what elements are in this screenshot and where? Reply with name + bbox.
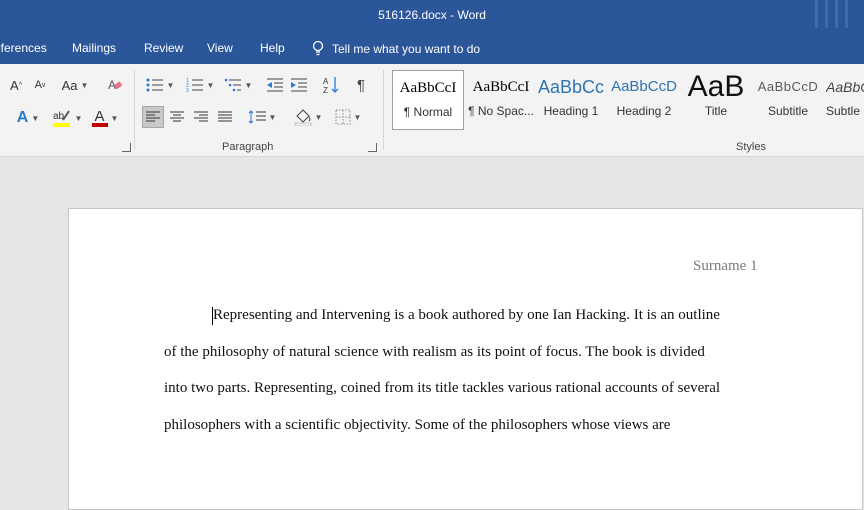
tell-me-search[interactable]: Tell me what you want to do <box>312 40 480 56</box>
shading-button[interactable]: ▼ <box>290 106 326 128</box>
numbering-button[interactable]: 1 2 3 ▼ <box>182 74 218 96</box>
styles-group-label: Styles <box>736 141 766 153</box>
svg-text:A: A <box>323 77 329 86</box>
grow-font-icon: A <box>10 77 19 93</box>
highlighter-icon: ab <box>52 110 70 127</box>
style-sample: AaBbCc <box>538 77 604 97</box>
style-name: ¶ Normal <box>403 105 453 119</box>
svg-text:ab: ab <box>53 111 65 122</box>
line-spacing-icon <box>248 110 266 124</box>
font-dialog-launcher[interactable] <box>122 143 131 152</box>
tab-help[interactable]: Help <box>260 41 285 55</box>
style-sample: AaBbCc <box>826 79 864 95</box>
decrease-indent-icon <box>267 78 283 92</box>
tab-mailings[interactable]: Mailings <box>72 41 116 55</box>
titlebar-decoration <box>815 0 849 28</box>
page-header: Surname 1 <box>693 258 758 274</box>
borders-button[interactable]: ▼ <box>330 106 366 128</box>
text-effects-icon: A <box>16 109 29 126</box>
style-name: ¶ No Spac... <box>468 104 534 118</box>
text-effects-button[interactable]: A ▼ <box>12 107 44 129</box>
svg-text:3: 3 <box>186 88 189 93</box>
style-no-spacing[interactable]: AaBbCcI ¶ No Spac... <box>466 70 536 130</box>
grow-font-button[interactable]: A ^ <box>6 74 26 96</box>
window-title: 516126.docx - Word <box>378 8 486 22</box>
highlight-color-button[interactable]: ab ▼ <box>50 107 84 129</box>
line-spacing-button[interactable]: ▼ <box>244 106 280 128</box>
change-case-icon: Aa <box>61 77 78 93</box>
document-page[interactable]: Surname 1 Representing and Intervening i… <box>68 208 863 510</box>
increase-indent-button[interactable] <box>288 74 310 96</box>
tell-me-label: Tell me what you want to do <box>332 42 481 56</box>
change-case-button[interactable]: Aa ▼ <box>58 74 92 96</box>
tab-review[interactable]: Review <box>144 41 183 55</box>
align-left-icon <box>146 111 160 122</box>
tab-view[interactable]: View <box>207 41 233 55</box>
font-color-icon: A <box>94 107 105 125</box>
style-sample: AaB <box>687 70 745 103</box>
align-right-button[interactable] <box>190 106 212 128</box>
style-name: Subtle <box>826 104 861 118</box>
style-sample: AaBbCcI <box>399 80 457 96</box>
paragraph-line: Representing and Intervening is a book a… <box>213 307 720 323</box>
style-title[interactable]: AaB Title <box>684 70 748 130</box>
style-normal[interactable]: AaBbCcI ¶ Normal <box>392 70 464 130</box>
group-separator <box>134 70 135 150</box>
style-name: Heading 1 <box>543 104 599 118</box>
bullets-button[interactable]: ▼ <box>142 74 178 96</box>
shrink-font-icon: A <box>34 79 42 91</box>
align-right-icon <box>194 111 208 122</box>
justify-button[interactable] <box>214 106 236 128</box>
style-heading-2[interactable]: AaBbCcD Heading 2 <box>610 70 678 130</box>
style-subtitle[interactable]: AaBbCcD Subtitle <box>754 70 822 130</box>
style-subtle-emphasis[interactable]: AaBbCc Subtle <box>826 70 864 130</box>
decrease-indent-button[interactable] <box>264 74 286 96</box>
paragraph-group-label: Paragraph <box>222 141 274 153</box>
sort-button[interactable]: A Z <box>320 74 342 96</box>
paragraph-line: philosophers with a scientific objectivi… <box>164 417 671 433</box>
style-name: Title <box>704 104 728 118</box>
align-center-button[interactable] <box>166 106 188 128</box>
pilcrow-icon: ¶ <box>356 76 366 94</box>
shrink-font-button[interactable]: Av <box>30 74 50 96</box>
paint-bucket-icon <box>294 109 311 126</box>
numbering-icon: 1 2 3 <box>186 78 203 93</box>
align-center-icon <box>170 111 184 122</box>
group-separator <box>383 70 384 150</box>
clear-formatting-icon: A <box>108 78 123 92</box>
document-canvas: Surname 1 Representing and Intervening i… <box>0 157 864 510</box>
title-bar: 516126.docx - Word <box>0 0 864 32</box>
tab-references[interactable]: eferences <box>0 41 47 55</box>
style-sample: AaBbCcD <box>611 78 677 95</box>
increase-indent-icon <box>291 78 307 92</box>
ribbon: A ^ Av Aa ▼ A A ▼ ab ▼ A ▼ ▼ 1 2 3 ▼ ▼ A… <box>0 64 864 157</box>
style-heading-1[interactable]: AaBbCc Heading 1 <box>538 70 604 130</box>
lightbulb-icon <box>312 40 324 56</box>
style-sample: AaBbCcI <box>472 79 530 95</box>
paragraph-line: into two parts. Representing, coined fro… <box>164 380 721 396</box>
ribbon-tabs: eferences Mailings Review View Help Tell… <box>0 32 864 64</box>
style-name: Heading 2 <box>616 104 672 118</box>
multilevel-list-icon <box>224 78 241 92</box>
paragraph-line: of the philosophy of natural science wit… <box>164 344 705 360</box>
paragraph-dialog-launcher[interactable] <box>368 143 377 152</box>
bullets-icon <box>146 78 163 92</box>
multilevel-list-button[interactable]: ▼ <box>220 74 256 96</box>
sort-icon: A Z <box>323 77 339 94</box>
font-color-button[interactable]: A ▼ <box>88 107 122 129</box>
borders-icon <box>335 109 351 125</box>
style-sample: AaBbCcD <box>757 79 819 94</box>
justify-icon <box>218 111 232 122</box>
clear-formatting-button[interactable]: A <box>104 74 126 96</box>
show-formatting-button[interactable]: ¶ <box>350 74 372 96</box>
align-left-button[interactable] <box>142 106 164 128</box>
style-name: Subtitle <box>767 104 809 118</box>
svg-text:Z: Z <box>323 86 328 94</box>
